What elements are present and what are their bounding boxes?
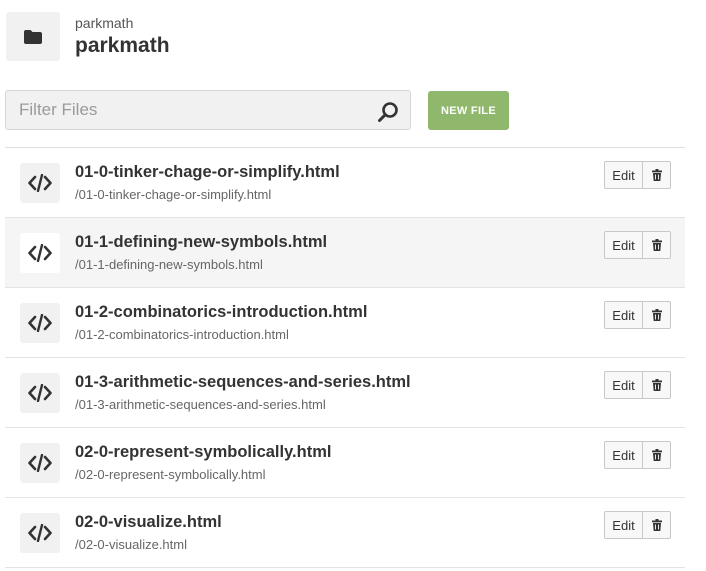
file-actions: Edit <box>604 161 671 189</box>
code-icon <box>28 174 52 192</box>
page-header: parkmath parkmath <box>6 12 170 61</box>
delete-button[interactable] <box>643 301 671 329</box>
list-item[interactable]: 01-1-defining-new-symbols.html /01-1-def… <box>5 218 685 288</box>
file-path: /01-0-tinker-chage-or-simplify.html <box>75 187 272 202</box>
trash-icon <box>651 169 662 181</box>
new-file-button[interactable]: NEW FILE <box>428 91 509 130</box>
filter-files-input[interactable] <box>6 99 361 121</box>
file-actions: Edit <box>604 511 671 539</box>
list-item[interactable]: 02-0-represent-symbolically.html /02-0-r… <box>5 428 685 498</box>
code-icon-box <box>20 373 60 413</box>
file-path: /01-1-defining-new-symbols.html <box>75 257 263 272</box>
edit-button[interactable]: Edit <box>604 231 643 259</box>
folder-icon <box>24 29 42 44</box>
file-name[interactable]: 02-0-visualize.html <box>75 513 222 532</box>
file-name[interactable]: 02-0-represent-symbolically.html <box>75 443 331 462</box>
list-item[interactable]: 01-0-tinker-chage-or-simplify.html /01-0… <box>5 148 685 218</box>
file-path: /01-3-arithmetic-sequences-and-series.ht… <box>75 397 326 412</box>
code-icon <box>28 244 52 262</box>
code-icon <box>28 524 52 542</box>
file-path: /01-2-combinatorics-introduction.html <box>75 327 289 342</box>
trash-icon <box>651 239 662 251</box>
code-icon-box <box>20 233 60 273</box>
file-path: /02-0-visualize.html <box>75 537 187 552</box>
file-actions: Edit <box>604 231 671 259</box>
code-icon <box>28 314 52 332</box>
delete-button[interactable] <box>643 371 671 399</box>
file-actions: Edit <box>604 371 671 399</box>
list-item[interactable]: 01-2-combinatorics-introduction.html /01… <box>5 288 685 358</box>
code-icon <box>28 454 52 472</box>
list-item[interactable]: 01-3-arithmetic-sequences-and-series.htm… <box>5 358 685 428</box>
code-icon <box>28 384 52 402</box>
breadcrumb[interactable]: parkmath <box>75 15 170 31</box>
code-icon-box <box>20 303 60 343</box>
trash-icon <box>651 449 662 461</box>
code-icon-box <box>20 513 60 553</box>
edit-button[interactable]: Edit <box>604 301 643 329</box>
delete-button[interactable] <box>643 161 671 189</box>
code-icon-box <box>20 163 60 203</box>
folder-icon-box <box>6 12 60 61</box>
list-item[interactable]: 02-0-visualize.html /02-0-visualize.html… <box>5 498 685 568</box>
delete-button[interactable] <box>643 511 671 539</box>
trash-icon <box>651 309 662 321</box>
trash-icon <box>651 379 662 391</box>
delete-button[interactable] <box>643 441 671 469</box>
edit-button[interactable]: Edit <box>604 441 643 469</box>
edit-button[interactable]: Edit <box>604 371 643 399</box>
file-name[interactable]: 01-2-combinatorics-introduction.html <box>75 303 367 322</box>
file-path: /02-0-represent-symbolically.html <box>75 467 266 482</box>
delete-button[interactable] <box>643 231 671 259</box>
file-list: 01-0-tinker-chage-or-simplify.html /01-0… <box>5 147 685 568</box>
filter-box <box>5 90 411 130</box>
file-name[interactable]: 01-1-defining-new-symbols.html <box>75 233 327 252</box>
file-name[interactable]: 01-3-arithmetic-sequences-and-series.htm… <box>75 373 411 392</box>
code-icon-box <box>20 443 60 483</box>
file-name[interactable]: 01-0-tinker-chage-or-simplify.html <box>75 163 340 182</box>
edit-button[interactable]: Edit <box>604 161 643 189</box>
page-title: parkmath <box>75 34 170 57</box>
file-actions: Edit <box>604 441 671 469</box>
search-icon[interactable] <box>377 101 399 123</box>
edit-button[interactable]: Edit <box>604 511 643 539</box>
file-actions: Edit <box>604 301 671 329</box>
trash-icon <box>651 519 662 531</box>
